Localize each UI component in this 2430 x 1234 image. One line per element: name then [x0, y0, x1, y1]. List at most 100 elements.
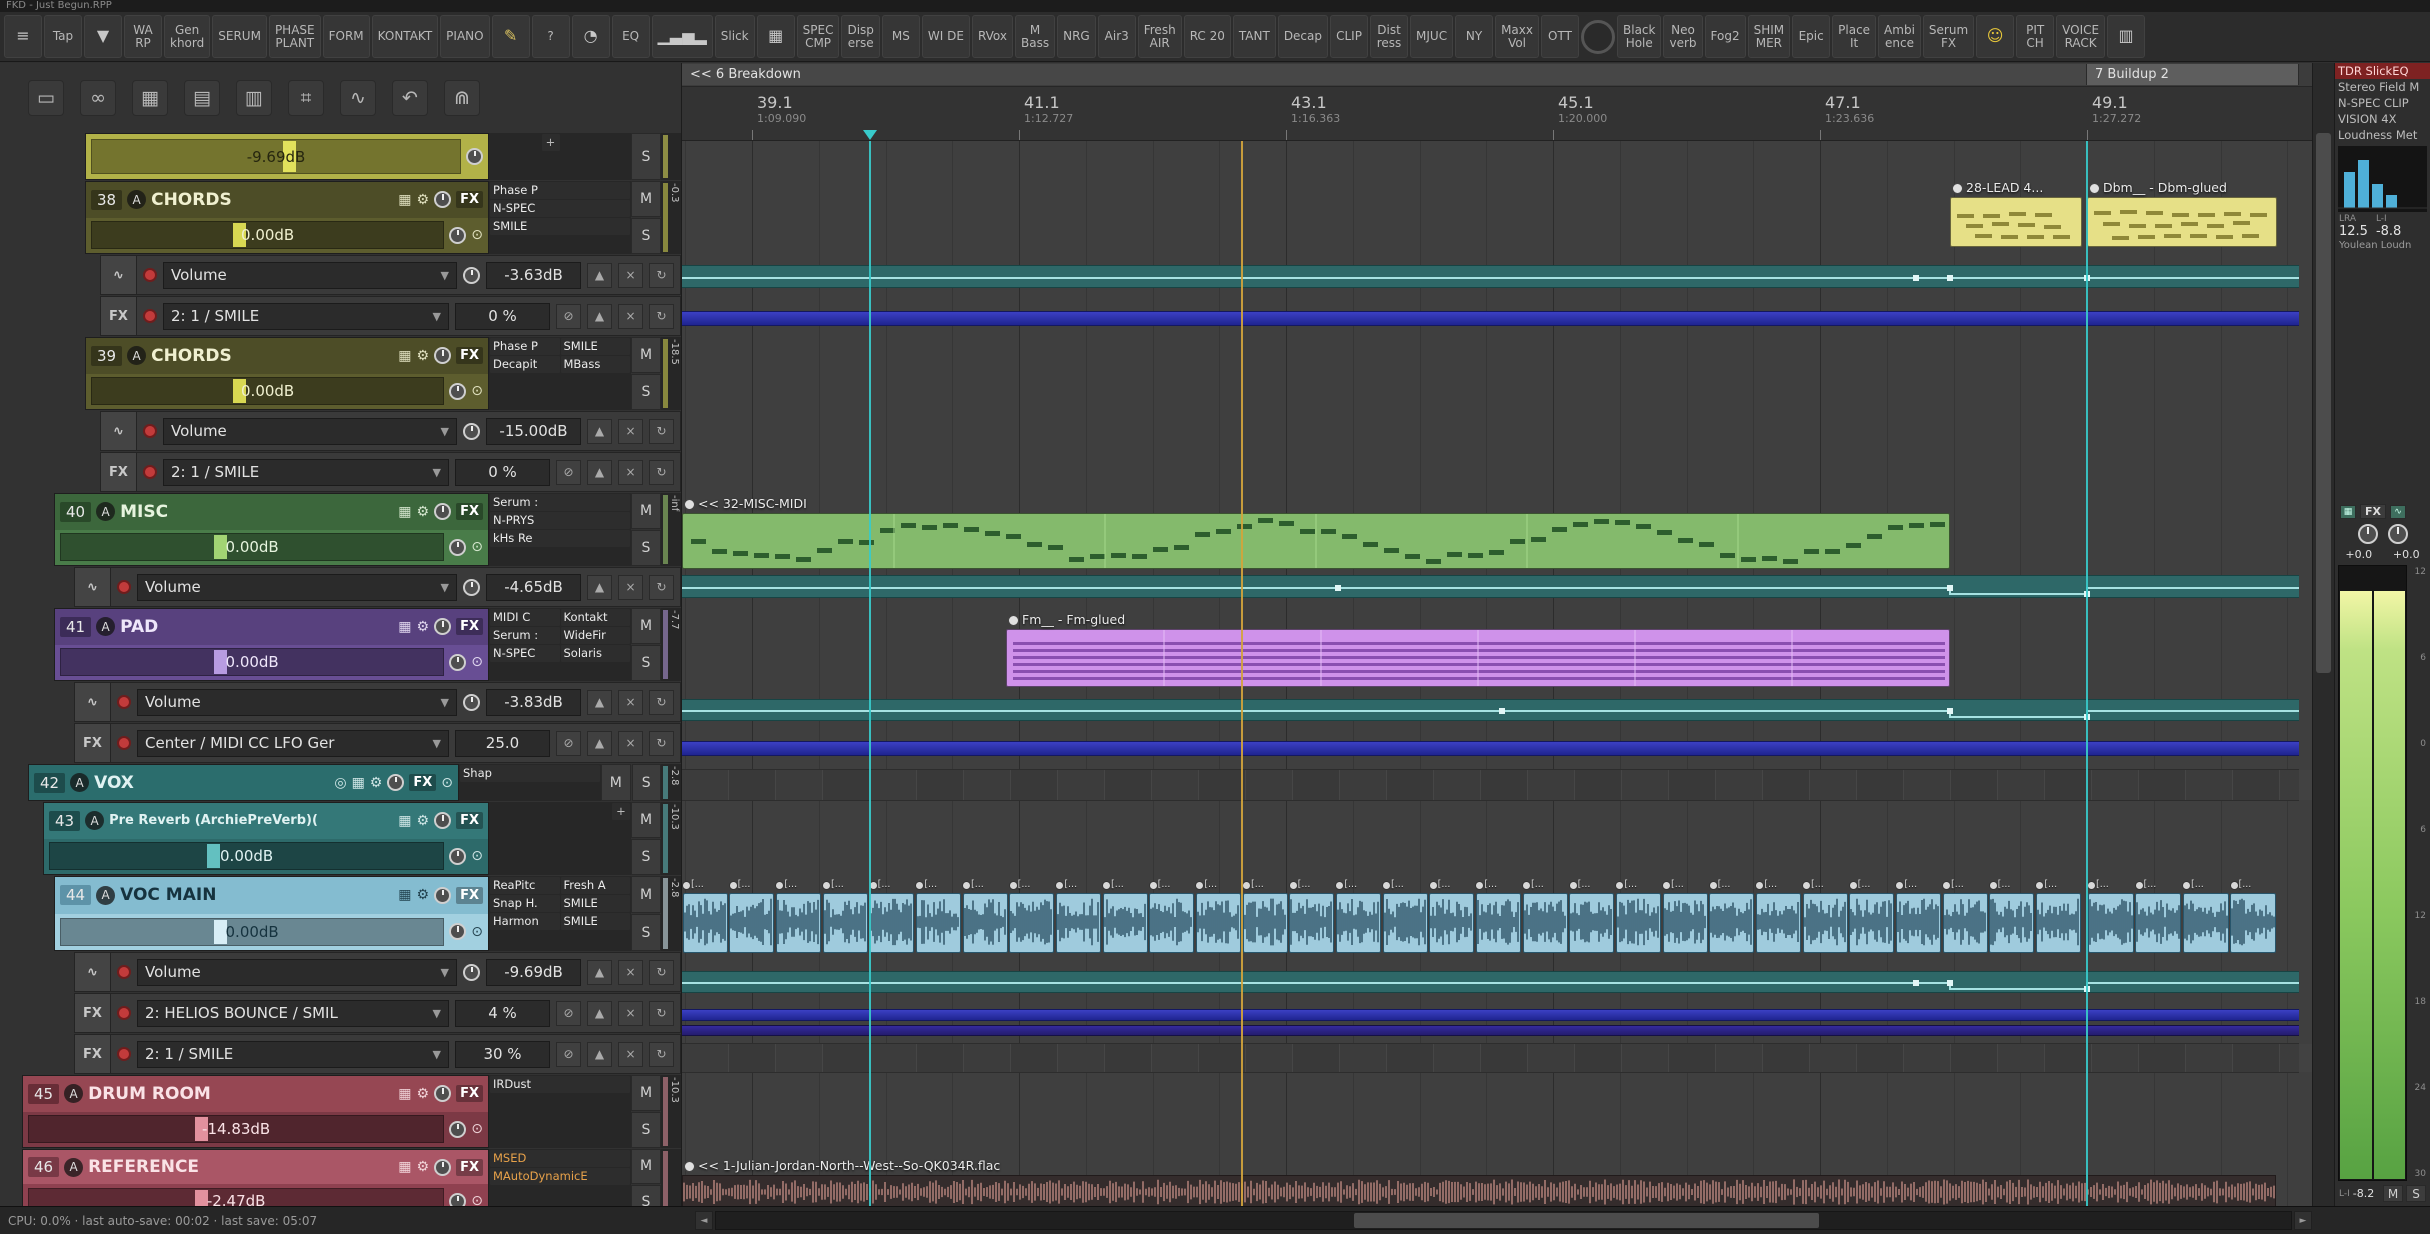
audio-item[interactable] — [1009, 893, 1055, 953]
volume-envelope-icon[interactable]: ∿ — [75, 683, 111, 721]
pan-knob-2[interactable] — [449, 653, 467, 671]
record-arm-badge[interactable]: A — [85, 811, 105, 831]
audio-item[interactable] — [1289, 893, 1335, 953]
toolbar-button-ambi-ence[interactable]: Ambi ence — [1878, 15, 1921, 58]
caret-down-icon[interactable]: ▼ — [84, 15, 122, 58]
fx-chip[interactable]: SMILE — [560, 913, 630, 930]
fx-chip[interactable]: Phase P — [490, 338, 560, 355]
fx-chip[interactable]: Decapit — [490, 356, 560, 373]
spectrum-icon[interactable]: ▁▃▅▂ — [651, 15, 713, 58]
region-segment[interactable]: << 6 Breakdown — [682, 64, 2087, 85]
rainbow-eq-icon[interactable]: ▦ — [756, 15, 795, 58]
audio-item[interactable] — [2230, 893, 2276, 953]
audio-item[interactable] — [2035, 893, 2081, 953]
audio-item[interactable] — [1242, 893, 1288, 953]
reference-audio-item[interactable] — [682, 1175, 2276, 1206]
phase-power-icon[interactable]: ⊙ — [471, 848, 483, 864]
record-arm-badge[interactable]: A — [96, 502, 116, 522]
fx-envelope-icon[interactable]: FX — [75, 724, 111, 762]
fx-chip[interactable]: WideFir — [560, 627, 630, 644]
toolbar-button-form[interactable]: FORM — [322, 15, 370, 58]
envelope-arm-dot[interactable] — [117, 695, 131, 709]
envelope-arm-dot[interactable] — [117, 965, 131, 979]
envelope-target-dropdown[interactable]: Volume ▼ — [163, 261, 457, 289]
toolbar-button-pit-ch[interactable]: PIT CH — [2016, 15, 2055, 58]
fx-button[interactable]: FX — [456, 347, 483, 365]
envelope-target-dropdown[interactable]: Center / MIDI CC LFO Ger ▼ — [137, 729, 449, 757]
record-arm-badge[interactable]: A — [70, 773, 90, 792]
audio-item[interactable] — [1942, 893, 1988, 953]
mute-button[interactable]: M — [631, 493, 661, 529]
mute-button[interactable]: M — [631, 181, 661, 217]
wrench-icon[interactable]: ⚙ — [417, 1159, 430, 1175]
pan-knob[interactable] — [434, 1085, 452, 1103]
timeline-ruler[interactable]: 39.1 1:09.090 41.1 1:12.727 43.1 1:16.363 45.1… — [682, 87, 2312, 141]
fx-chip[interactable]: MSED — [490, 1150, 630, 1167]
monitor-fx-item[interactable]: Loudness Met — [2335, 127, 2430, 143]
phase-power-icon[interactable]: ⊙ — [471, 383, 483, 399]
envelope-target-dropdown[interactable]: 2: 1 / SMILE ▼ — [163, 302, 449, 330]
mute-button[interactable]: M — [631, 337, 661, 373]
muted-item-lane[interactable] — [682, 1043, 2299, 1073]
audio-item[interactable] — [2135, 893, 2181, 953]
volume-fader[interactable]: 0.00dB — [91, 377, 445, 406]
wrench-icon[interactable]: ⚙ — [370, 775, 383, 791]
monitor-fx-item[interactable]: TDR SlickEQ — [2335, 63, 2430, 79]
record-arm-badge[interactable]: A — [127, 190, 147, 210]
toolbar-button-kontakt[interactable]: KONTAKT — [371, 15, 439, 58]
toolbar-button-black-hole[interactable]: Black Hole — [1617, 15, 1662, 58]
record-arm-badge[interactable]: A — [64, 1084, 84, 1104]
envelope-arm-dot[interactable] — [117, 1047, 131, 1061]
solo-button[interactable]: S — [631, 374, 661, 410]
envelope-bypass-icon[interactable]: ⊘ — [556, 459, 581, 485]
clock-icon[interactable]: ◔ — [571, 15, 610, 58]
toolbar-button-wi-de[interactable]: WI DE — [921, 15, 970, 58]
pen-icon[interactable]: ✎ — [491, 15, 530, 58]
envelope-knob[interactable] — [463, 963, 480, 981]
fx-button[interactable]: FX — [456, 503, 483, 521]
envelope-hide-button[interactable]: ▲ — [587, 689, 612, 715]
volume-fader[interactable]: 0.00dB — [91, 221, 445, 250]
pan-knob[interactable] — [466, 148, 483, 165]
fx-chip[interactable]: Kontakt — [560, 609, 630, 626]
envelope-icon[interactable]: ∿ — [340, 80, 376, 116]
fx-button[interactable]: FX — [409, 774, 437, 791]
envelope-arm-dot[interactable] — [143, 465, 157, 479]
envelope-arm-toggle[interactable]: ↻ — [649, 418, 674, 444]
envelope-target-dropdown[interactable]: Volume ▼ — [137, 688, 457, 716]
scroll-right-arrow[interactable]: ► — [2294, 1211, 2312, 1230]
record-monitor-icon[interactable]: ◎ — [334, 775, 346, 791]
envelope-close-button[interactable]: × — [618, 689, 643, 715]
pan-knob[interactable] — [434, 618, 452, 636]
envelope-arm-toggle[interactable]: ↻ — [649, 1000, 674, 1026]
pan-knob-2[interactable] — [449, 382, 467, 400]
volume-fader[interactable]: 0.00dB — [60, 648, 445, 677]
monitor-fx-item[interactable]: N-SPEC CLIP — [2335, 95, 2430, 111]
envelope-bypass-icon[interactable]: ⊘ — [556, 303, 581, 329]
volume-envelope-icon[interactable]: ∿ — [75, 568, 111, 606]
envelope-value[interactable]: 30 % — [455, 1040, 550, 1068]
grid-rows-icon[interactable]: ▤ — [184, 80, 220, 116]
pan-knob-2[interactable] — [449, 538, 467, 556]
fx-button[interactable]: FX — [456, 1158, 483, 1176]
fx-button[interactable]: FX — [456, 618, 483, 636]
fx-envelope-icon[interactable]: FX — [101, 453, 137, 491]
midi-item[interactable] — [1006, 629, 1950, 687]
phase-power-icon[interactable]: ⊙ — [471, 227, 483, 243]
fx-button[interactable]: FX — [456, 886, 483, 904]
track-name[interactable]: VOC MAIN — [120, 885, 393, 905]
routing-grid-icon[interactable]: ▦ — [352, 775, 365, 791]
audio-item[interactable] — [1149, 893, 1195, 953]
toolbar-button-tap[interactable]: Tap — [44, 15, 82, 58]
monitor-fx-item[interactable]: VISION 4X — [2335, 111, 2430, 127]
grid-dots-icon[interactable]: ▦ — [132, 80, 168, 116]
fx-chip[interactable]: SMILE — [490, 218, 630, 235]
solo-button[interactable]: S — [631, 839, 661, 875]
pan-knob[interactable] — [434, 886, 452, 904]
fx-chip[interactable]: MAutoDynamicE — [490, 1168, 630, 1185]
muted-item-lane[interactable] — [682, 769, 2299, 801]
envelope-knob[interactable] — [463, 266, 480, 284]
envelope-close-button[interactable]: × — [618, 262, 643, 288]
fx-envelope-icon[interactable]: FX — [75, 994, 111, 1032]
toolbar-button-clip[interactable]: CLIP — [1330, 15, 1369, 58]
